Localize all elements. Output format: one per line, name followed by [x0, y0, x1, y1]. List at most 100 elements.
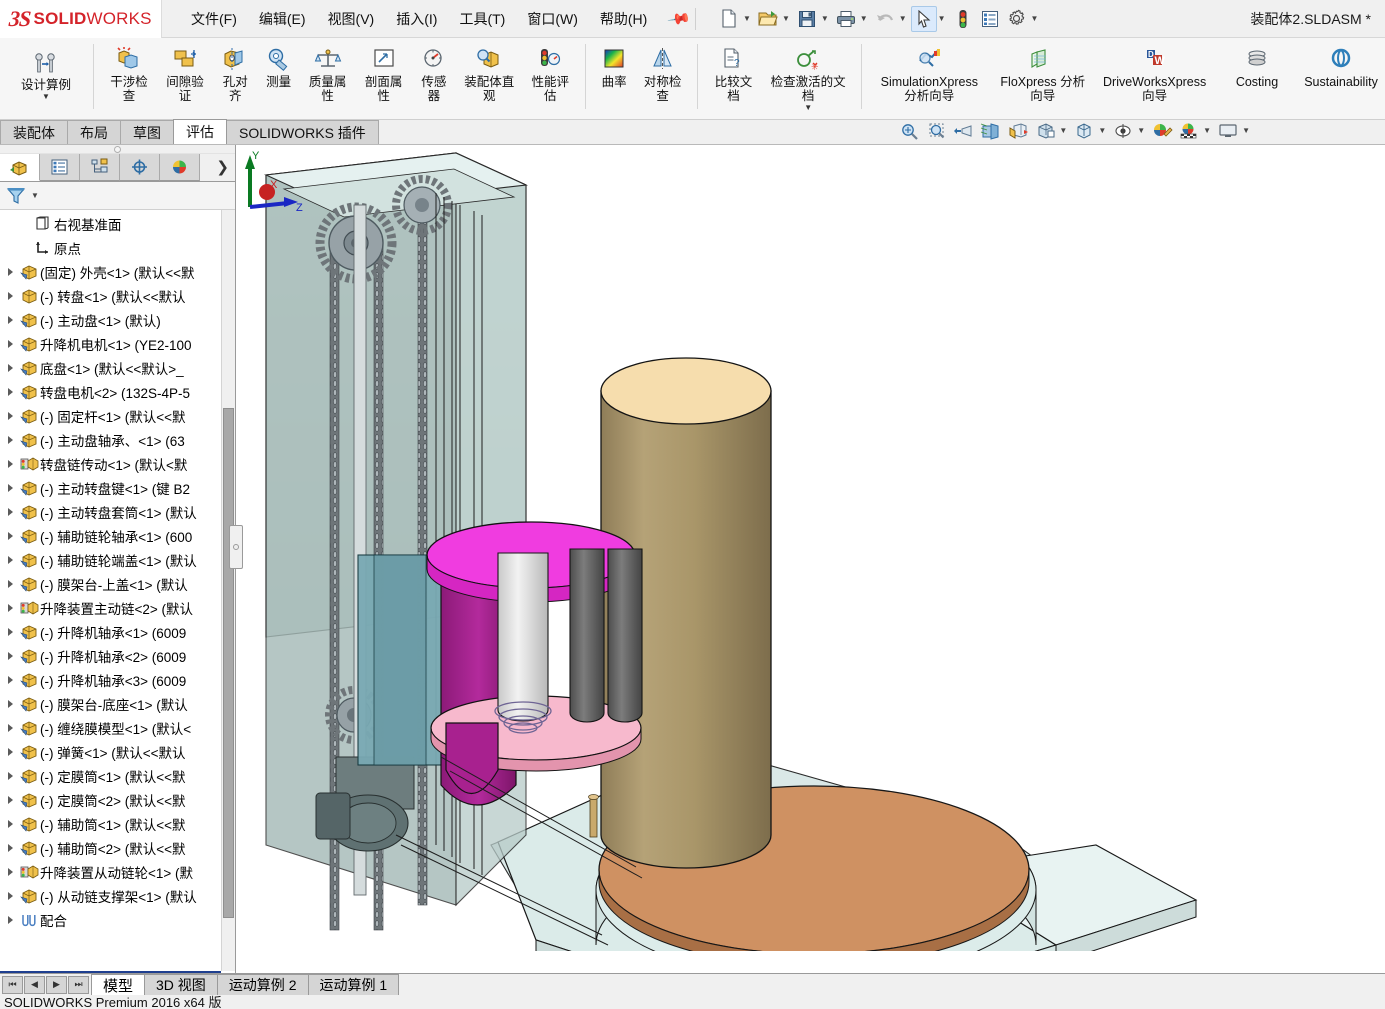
expand-triangle-icon[interactable] — [2, 916, 18, 924]
view-orientation-icon[interactable] — [1005, 120, 1031, 142]
expand-triangle-icon[interactable] — [2, 724, 18, 732]
expand-triangle-icon[interactable] — [2, 364, 18, 372]
tree-node[interactable]: (-) 固定杆<1> (默认<<默 — [0, 404, 235, 428]
expand-triangle-icon[interactable] — [2, 460, 18, 468]
edit-appearance-icon[interactable] — [1149, 120, 1175, 142]
expand-triangle-icon[interactable] — [2, 748, 18, 756]
expand-triangle-icon[interactable] — [2, 772, 18, 780]
expand-triangle-icon[interactable] — [2, 436, 18, 444]
tree-node[interactable]: 升降装置主动链<2> (默认 — [0, 596, 235, 620]
tree-node[interactable]: (-) 主动转盘套筒<1> (默认 — [0, 500, 235, 524]
menu-window[interactable]: 窗口(W) — [516, 3, 589, 35]
solidworks-logo[interactable]: 3S SOLIDWORKS — [0, 0, 162, 38]
tree-node[interactable]: 底盘<1> (默认<<默认>_ — [0, 356, 235, 380]
sustainability-button[interactable]: Sustainability — [1301, 41, 1381, 90]
expand-triangle-icon[interactable] — [2, 580, 18, 588]
tree-node[interactable]: 转盘链传动<1> (默认<默 — [0, 452, 235, 476]
simulationxpress-button[interactable]: SimulationXpress 分析向导 — [869, 41, 989, 104]
save-icon[interactable] — [794, 6, 820, 32]
chevron-down-icon[interactable]: ▼ — [938, 14, 946, 23]
panel-splitter-handle[interactable] — [229, 525, 243, 569]
check-active-document-button[interactable]: ✳ 检查激活的文档 ▼ — [762, 41, 854, 113]
chevron-down-icon[interactable]: ▼ — [42, 93, 50, 101]
expand-triangle-icon[interactable] — [2, 628, 18, 636]
tree-node[interactable]: (-) 辅助链轮轴承<1> (600 — [0, 524, 235, 548]
expand-triangle-icon[interactable] — [2, 604, 18, 612]
tab-feature-tree[interactable] — [0, 154, 40, 181]
scrollbar-thumb[interactable] — [223, 408, 234, 918]
tree-node[interactable]: (-) 主动盘轴承、<1> (63 — [0, 428, 235, 452]
tree-node[interactable]: 原点 — [0, 236, 235, 260]
tree-node[interactable]: (-) 升降机轴承<1> (6009 — [0, 620, 235, 644]
menu-tools[interactable]: 工具(T) — [448, 3, 516, 35]
bottom-tab-model[interactable]: 模型 — [91, 974, 146, 995]
previous-view-icon[interactable] — [951, 120, 977, 142]
tree-node[interactable]: (-) 升降机轴承<3> (6009 — [0, 668, 235, 692]
hole-alignment-button[interactable]: 孔对齐 — [213, 41, 258, 104]
interference-check-button[interactable]: 干涉检查 — [101, 41, 157, 104]
tree-node[interactable]: (-) 膜架台-底座<1> (默认 — [0, 692, 235, 716]
tree-node[interactable]: 升降装置从动链轮<1> (默 — [0, 860, 235, 884]
tab-dimxpert-manager[interactable] — [120, 154, 160, 181]
graphics-area[interactable]: Y Z X — [236, 145, 1385, 973]
chevron-down-icon[interactable]: ▼ — [804, 104, 812, 112]
expand-triangle-icon[interactable] — [2, 268, 18, 276]
zoom-to-area-icon[interactable] — [924, 120, 950, 142]
first-tab-button[interactable]: ⏮ — [2, 975, 23, 994]
tab-property-manager[interactable] — [40, 154, 80, 181]
apply-scene-icon[interactable] — [1176, 120, 1202, 142]
tree-node[interactable]: (-) 升降机轴承<2> (6009 — [0, 644, 235, 668]
options-list-icon[interactable] — [977, 6, 1003, 32]
expand-triangle-icon[interactable] — [2, 820, 18, 828]
tree-node[interactable]: (-) 定膜筒<1> (默认<<默 — [0, 764, 235, 788]
expand-triangle-icon[interactable] — [2, 316, 18, 324]
feature-tree-scrollbar[interactable] — [221, 210, 235, 971]
expand-triangle-icon[interactable] — [2, 844, 18, 852]
tab-layout[interactable]: 布局 — [67, 120, 121, 144]
tree-node[interactable]: 转盘电机<2> (132S-4P-5 — [0, 380, 235, 404]
prev-tab-button[interactable]: ◀ — [24, 975, 45, 994]
tree-node[interactable]: (-) 弹簧<1> (默认<<默认 — [0, 740, 235, 764]
view-cube-icon[interactable] — [1071, 120, 1097, 142]
select-cursor-icon[interactable] — [910, 5, 937, 32]
costing-button[interactable]: Costing — [1217, 41, 1297, 90]
floxpress-button[interactable]: FloXpress 分析向导 — [993, 41, 1092, 104]
chevron-down-icon[interactable]: ▼ — [1242, 127, 1250, 135]
bottom-tab-motion-study-2[interactable]: 运动算例 2 — [216, 974, 309, 995]
assembly-visualization-button[interactable]: 装配体直观 — [456, 41, 522, 104]
bottom-tab-motion-study-1[interactable]: 运动算例 1 — [307, 974, 400, 995]
panel-grip[interactable] — [0, 145, 235, 154]
pin-icon[interactable]: 📌 — [667, 6, 693, 32]
clearance-verification-button[interactable]: 间隙验证 — [157, 41, 213, 104]
tab-evaluate[interactable]: 评估 — [173, 119, 227, 144]
tab-assembly[interactable]: 装配体 — [0, 120, 68, 144]
rebuild-traffic-light-icon[interactable] — [950, 6, 976, 32]
chevron-down-icon[interactable]: ▼ — [782, 14, 790, 23]
expand-triangle-icon[interactable] — [2, 892, 18, 900]
tree-node[interactable]: 升降机电机<1> (YE2-100 — [0, 332, 235, 356]
expand-triangle-icon[interactable] — [2, 676, 18, 684]
chevron-down-icon[interactable]: ▼ — [31, 191, 39, 200]
section-properties-button[interactable]: 剖面属性 — [356, 41, 412, 104]
chevron-down-icon[interactable]: ▼ — [1031, 14, 1039, 23]
tree-node[interactable]: 右视基准面 — [0, 212, 235, 236]
print-icon[interactable] — [833, 6, 859, 32]
menu-view[interactable]: 视图(V) — [317, 3, 386, 35]
menu-file[interactable]: 文件(F) — [180, 3, 248, 35]
chevron-down-icon[interactable]: ▼ — [860, 14, 868, 23]
next-tab-button[interactable]: ▶ — [46, 975, 67, 994]
expand-triangle-icon[interactable] — [2, 652, 18, 660]
expand-triangle-icon[interactable] — [2, 556, 18, 564]
tree-node[interactable]: (-) 主动盘<1> (默认) — [0, 308, 235, 332]
tab-display-manager[interactable] — [160, 154, 200, 181]
expand-triangle-icon[interactable] — [2, 340, 18, 348]
undo-icon[interactable] — [872, 6, 898, 32]
tab-solidworks-addins[interactable]: SOLIDWORKS 插件 — [226, 120, 379, 144]
tree-node[interactable]: (-) 主动转盘键<1> (键 B2 — [0, 476, 235, 500]
last-tab-button[interactable]: ⏭ — [68, 975, 89, 994]
chevron-down-icon[interactable]: ▼ — [1203, 127, 1211, 135]
curvature-button[interactable]: 曲率 — [593, 41, 635, 90]
tree-node[interactable]: (-) 从动链支撑架<1> (默认 — [0, 884, 235, 908]
chevron-down-icon[interactable]: ▼ — [1098, 127, 1106, 135]
expand-triangle-icon[interactable] — [2, 868, 18, 876]
